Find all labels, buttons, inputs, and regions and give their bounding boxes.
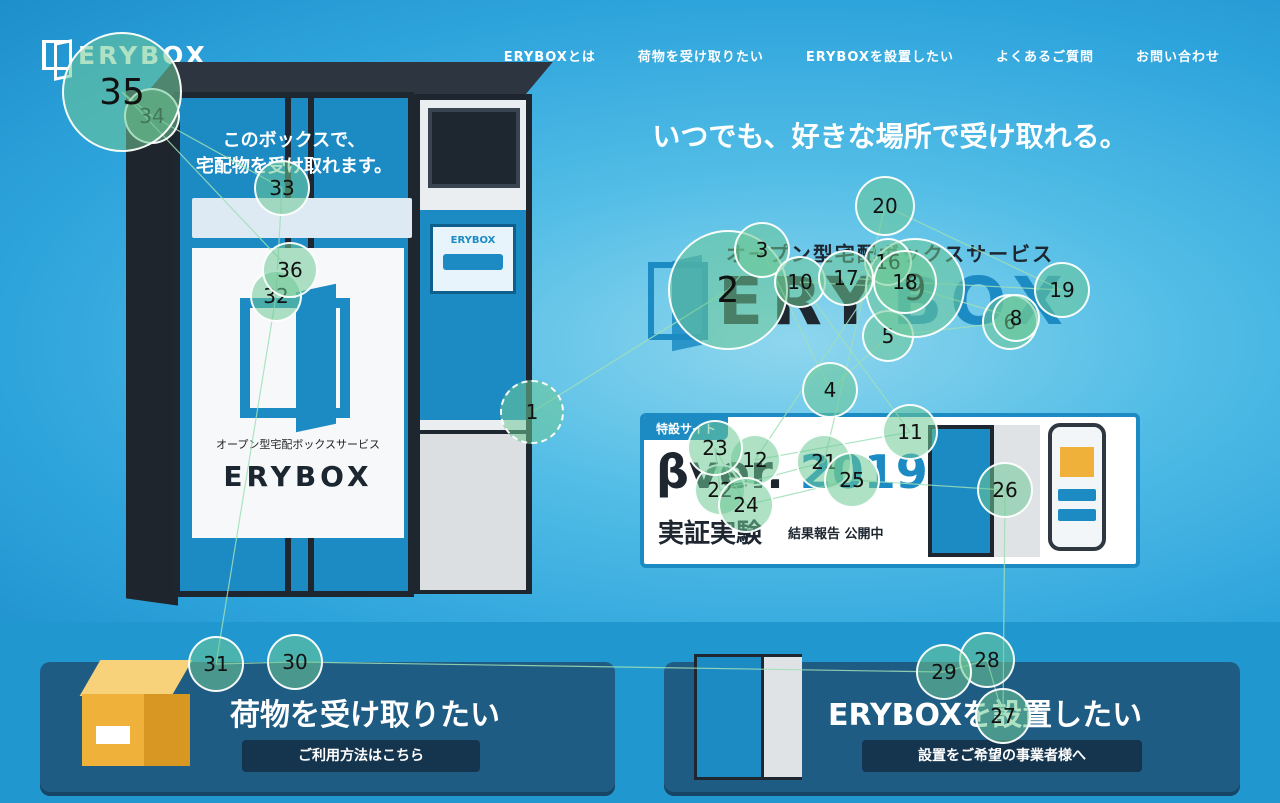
kiosk-screen-button xyxy=(443,254,503,270)
locker-thumbnail xyxy=(694,654,802,780)
door-logo-icon xyxy=(42,40,72,70)
hero-logo: ERY BOX xyxy=(648,262,1071,340)
locker-front: このボックスで、 宅配物を受け取れます。 オープン型宅配ボックスサービス ERY… xyxy=(174,92,414,597)
install-card-title: ERYBOXを設置したい xyxy=(828,698,1143,733)
locker-illustration: このボックスで、 宅配物を受け取れます。 オープン型宅配ボックスサービス ERY… xyxy=(126,62,553,607)
banner-report: 結果報告 公開中 xyxy=(788,527,884,542)
kiosk-screen: ERYBOX xyxy=(430,224,516,294)
nav-item-faq[interactable]: よくあるご質問 xyxy=(996,46,1094,65)
banner-tag: 特設サイト xyxy=(644,417,729,440)
special-site-banner[interactable]: 特設サイト βver. 2019 実証実験 結果報告 公開中 xyxy=(640,413,1140,568)
nav-item-contact[interactable]: お問い合わせ xyxy=(1136,46,1220,65)
kiosk-screen-title: ERYBOX xyxy=(450,235,496,246)
locker-panel: オープン型宅配ボックスサービス ERYBOX xyxy=(192,248,404,538)
door-logo-icon xyxy=(648,262,708,340)
hero-section: ERYBOX ERYBOXとは 荷物を受け取りたい ERYBOXを設置したい よ… xyxy=(0,0,1280,622)
locker-kiosk: ERYBOX xyxy=(420,210,526,420)
package-box-icon xyxy=(79,660,194,772)
locker-title: このボックスで、 宅配物を受け取れます。 xyxy=(195,130,393,177)
locker-side xyxy=(126,88,178,606)
nav-item-receive[interactable]: 荷物を受け取りたい xyxy=(638,46,764,65)
receive-card-title: 荷物を受け取りたい xyxy=(230,698,500,733)
locker-panel-name: ERYBOX xyxy=(223,460,373,493)
phone-button xyxy=(1058,489,1096,501)
hero-logo-left: ERY xyxy=(718,262,883,340)
receive-card[interactable]: 荷物を受け取りたい ご利用方法はこちら xyxy=(40,660,615,792)
locker-terminal: ERYBOX xyxy=(414,94,532,594)
install-business-button[interactable]: 設置をご希望の事業者様へ xyxy=(862,740,1142,772)
banner-locker-image xyxy=(928,425,1040,557)
hero-tagline: いつでも、好きな場所で受け取れる。 xyxy=(652,120,1128,153)
locker-panel-subtitle: オープン型宅配ボックスサービス xyxy=(215,438,380,451)
locker-display xyxy=(428,108,520,188)
locker-info-strip xyxy=(192,198,412,238)
nav-item-install[interactable]: ERYBOXを設置したい xyxy=(806,46,954,65)
locker-lower-door xyxy=(420,430,526,590)
hero-logo-right: BOX xyxy=(892,262,1072,340)
package-icon xyxy=(1060,447,1094,477)
door-icon xyxy=(240,298,350,418)
phone-button xyxy=(1058,509,1096,521)
main-nav: ERYBOXとは 荷物を受け取りたい ERYBOXを設置したい よくあるご質問 … xyxy=(504,46,1220,65)
banner-experiment: 実証実験 xyxy=(658,519,763,549)
banner-version: βver. 2019 xyxy=(656,445,928,499)
banner-phone-image xyxy=(1048,423,1106,551)
receive-howto-button[interactable]: ご利用方法はこちら xyxy=(242,740,480,772)
install-card[interactable]: ERYBOXを設置したい 設置をご希望の事業者様へ xyxy=(664,654,1240,792)
